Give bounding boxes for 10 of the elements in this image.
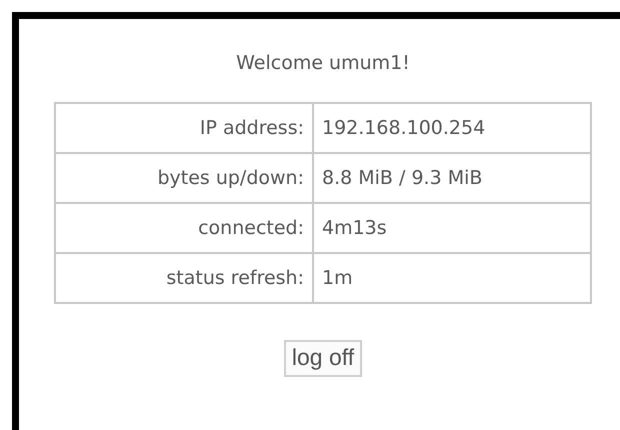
value-cell: 4m13s <box>313 203 591 253</box>
value-cell: 1m <box>313 253 591 303</box>
label-cell: IP address: <box>55 103 313 153</box>
label-cell: status refresh: <box>55 253 313 303</box>
welcome-text: Welcome umum1! <box>236 52 410 74</box>
log-off-button[interactable]: log off <box>284 340 362 377</box>
label-cell: connected: <box>55 203 313 253</box>
value-cell: 8.8 MiB / 9.3 MiB <box>313 153 591 203</box>
label-cell: bytes up/down: <box>55 153 313 203</box>
value-cell: 192.168.100.254 <box>313 103 591 153</box>
